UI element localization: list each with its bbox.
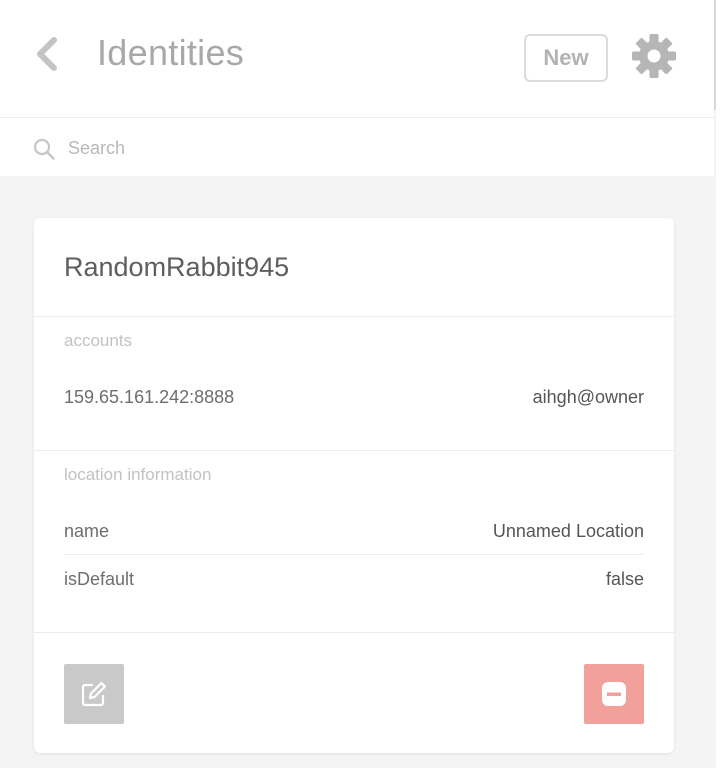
identity-card: RandomRabbit945 accounts 159.65.161.242:… [34,218,674,753]
location-value-isdefault: false [605,569,644,589]
back-chevron-icon [37,37,57,71]
divider [34,632,674,633]
remove-icon [602,682,626,706]
account-user: aihgh@owner [532,387,644,407]
gear-icon [632,34,676,78]
row-separator [64,554,644,555]
identity-name: RandomRabbit945 [64,252,290,282]
delete-button[interactable] [584,664,644,724]
account-address: 159.65.161.242:8888 [64,387,235,407]
settings-button[interactable] [631,33,677,79]
accounts-section-label: accounts [64,331,133,350]
edit-button[interactable] [64,664,124,724]
location-key-isdefault: isDefault [64,569,135,589]
edit-icon [81,681,107,707]
search-input[interactable] [68,130,668,166]
location-section-label: location information [64,465,212,484]
location-value-name: Unnamed Location [492,521,644,541]
divider [34,316,674,317]
divider [34,450,674,451]
location-key-name: name [64,521,110,541]
new-identity-button[interactable]: New [524,34,608,82]
back-button[interactable] [30,34,66,74]
search-icon [33,138,55,160]
page-title: Identities [97,32,245,73]
window-edge-strip [716,0,720,768]
